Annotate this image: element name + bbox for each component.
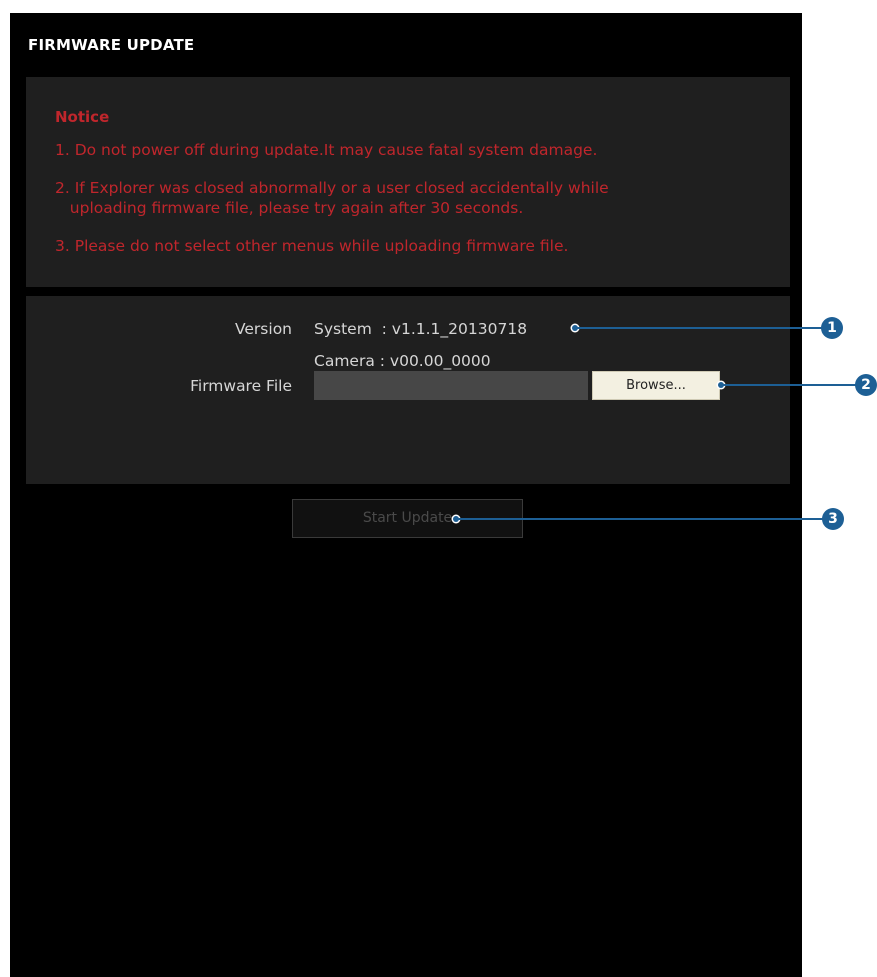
- callout-1-line: [576, 327, 822, 329]
- browse-button[interactable]: Browse...: [592, 371, 720, 400]
- notice-heading: Notice: [55, 108, 110, 126]
- callout-2-line: [722, 384, 856, 386]
- page-title: FIRMWARE UPDATE: [28, 36, 195, 54]
- callout-2-badge: 2: [855, 374, 877, 396]
- notice-item-2-line-2: uploading firmware file, please try agai…: [55, 199, 524, 217]
- version-label: Version: [235, 320, 292, 338]
- callout-3-badge: 3: [822, 508, 844, 530]
- callout-1-badge: 1: [821, 317, 843, 339]
- firmware-file-label: Firmware File: [190, 377, 292, 395]
- camera-version: Camera : v00.00_0000: [314, 352, 491, 370]
- firmware-file-input[interactable]: [314, 371, 588, 400]
- notice-item-3: 3. Please do not select other menus whil…: [55, 237, 569, 255]
- callout-3-line: [457, 518, 823, 520]
- notice-item-1: 1. Do not power off during update.It may…: [55, 141, 598, 159]
- system-version: System : v1.1.1_20130718: [314, 320, 528, 338]
- notice-item-2-line-1: 2. If Explorer was closed abnormally or …: [55, 179, 609, 197]
